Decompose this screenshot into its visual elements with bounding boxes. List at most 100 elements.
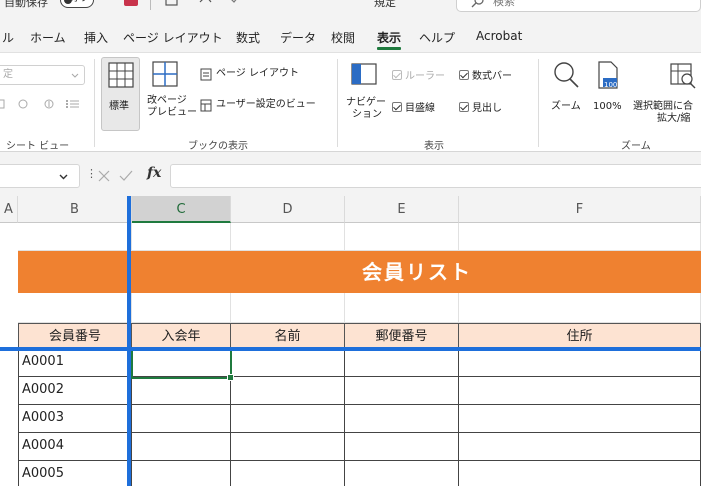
grid-cell[interactable] <box>132 223 231 251</box>
name-cell[interactable] <box>231 377 345 405</box>
gridlines-label: 目盛線 <box>405 103 435 114</box>
search-input[interactable]: 検索 <box>493 0 515 9</box>
tab-view[interactable]: 表示 <box>377 29 402 50</box>
name-cell[interactable] <box>231 433 345 461</box>
save-icon[interactable] <box>124 0 138 6</box>
page-break-preview-icon <box>152 61 178 87</box>
tab-home[interactable]: ホーム <box>30 29 66 46</box>
join-year-cell[interactable] <box>132 461 231 486</box>
grid-cell[interactable] <box>231 223 345 251</box>
group-divider <box>94 59 95 147</box>
grid-cell[interactable] <box>132 293 231 323</box>
custom-views-button[interactable]: ユーザー設定のビュー <box>200 98 330 114</box>
active-cell-selection[interactable] <box>131 349 234 381</box>
name-cell[interactable] <box>231 405 345 433</box>
tab-data[interactable]: データ <box>280 29 316 46</box>
grid-cell[interactable] <box>459 293 701 323</box>
tab-file[interactable]: ル <box>2 29 14 46</box>
new-view-icon[interactable] <box>42 98 56 110</box>
join-year-cell[interactable] <box>132 405 231 433</box>
search-box[interactable]: 検索 <box>456 0 701 12</box>
group-label-show: 表示 <box>424 141 444 152</box>
paste-icon[interactable] <box>165 0 179 6</box>
name-cell[interactable] <box>231 349 345 377</box>
confirm-entry-icon[interactable] <box>119 170 133 182</box>
more-options-icon[interactable]: ⋮ <box>86 167 97 180</box>
column-header-a[interactable]: A <box>0 196 18 223</box>
postal-code-cell[interactable] <box>345 433 459 461</box>
ruler-label: ルーラー <box>405 71 445 82</box>
address-cell[interactable] <box>459 405 701 433</box>
member-id-cell[interactable]: A0004 <box>18 433 132 461</box>
tab-review[interactable]: 校閲 <box>331 29 355 46</box>
exit-view-icon[interactable] <box>16 98 30 110</box>
tab-formulas[interactable]: 数式 <box>236 29 260 46</box>
address-cell[interactable] <box>459 377 701 405</box>
zoom-to-selection-icon <box>670 63 696 89</box>
postal-code-cell[interactable] <box>345 349 459 377</box>
ruler-checkbox[interactable]: ルーラー <box>392 68 445 83</box>
zoom-to-selection-button[interactable]: 選択範囲に合 拡大/縮 <box>632 57 701 131</box>
zoom-100-label: 100% <box>593 101 622 112</box>
worksheet-grid[interactable]: A B C D E F 会員リスト 会員番号 入会年 名前 郵便番号 住所 A0… <box>0 196 701 486</box>
zoom-100-button[interactable]: 100 100% <box>590 57 626 131</box>
grid-cell[interactable] <box>18 293 132 323</box>
grid-cell[interactable] <box>345 293 459 323</box>
postal-code-cell[interactable] <box>345 405 459 433</box>
cancel-entry-icon[interactable] <box>98 170 110 182</box>
join-year-cell[interactable] <box>132 433 231 461</box>
column-header-f[interactable]: F <box>459 196 701 223</box>
file-status[interactable]: 規定 <box>374 0 396 10</box>
header-cell-join-year[interactable]: 入会年 <box>132 323 231 349</box>
member-id-cell[interactable]: A0003 <box>18 405 132 433</box>
name-box[interactable] <box>0 164 80 188</box>
tab-insert[interactable]: 挿入 <box>84 29 108 46</box>
grid-cell[interactable] <box>459 223 701 251</box>
postal-code-cell[interactable] <box>345 461 459 486</box>
gridlines-checkbox[interactable]: 目盛線 <box>392 100 435 115</box>
header-cell-name[interactable]: 名前 <box>231 323 345 349</box>
custom-views-icon <box>200 99 212 112</box>
header-cell-address[interactable]: 住所 <box>459 323 701 349</box>
grid-cell[interactable] <box>345 223 459 251</box>
name-cell[interactable] <box>231 461 345 486</box>
column-header-d[interactable]: D <box>231 196 345 223</box>
address-cell[interactable] <box>459 461 701 486</box>
options-list-icon[interactable] <box>66 98 80 110</box>
undo-icon[interactable] <box>198 0 212 6</box>
address-cell[interactable] <box>459 349 701 377</box>
keep-view-icon[interactable] <box>0 98 8 110</box>
navigation-button[interactable]: ナビゲー ション <box>344 57 386 131</box>
column-header-e[interactable]: E <box>345 196 459 223</box>
member-id-cell[interactable]: A0005 <box>18 461 132 486</box>
join-year-cell[interactable] <box>132 377 231 405</box>
column-header-b[interactable]: B <box>18 196 132 223</box>
tab-acrobat[interactable]: Acrobat <box>476 29 522 43</box>
autosave-label: 自動保存 <box>4 0 48 9</box>
tab-help[interactable]: ヘルプ <box>419 29 455 46</box>
member-id-cell[interactable]: A0002 <box>18 377 132 405</box>
normal-view-button[interactable]: 標準 <box>101 57 140 131</box>
grid-cell[interactable] <box>18 223 132 251</box>
zoom-magnifier-icon <box>554 62 579 88</box>
member-id-cell[interactable]: A0001 <box>18 349 132 377</box>
header-cell-postal-code[interactable]: 郵便番号 <box>345 323 459 349</box>
zoom-button[interactable]: ズーム <box>546 57 586 131</box>
headings-checkbox[interactable]: 見出し <box>459 100 502 115</box>
address-cell[interactable] <box>459 433 701 461</box>
autosave-toggle[interactable]: オフ <box>60 0 94 8</box>
redo-icon[interactable] <box>226 0 240 6</box>
postal-code-cell[interactable] <box>345 377 459 405</box>
grid-cell[interactable] <box>231 293 345 323</box>
formula-bar: ⋮ fx <box>0 152 701 192</box>
insert-function-button[interactable]: fx <box>147 165 161 181</box>
headings-check-icon <box>459 102 469 112</box>
header-cell-member-id[interactable]: 会員番号 <box>18 323 132 349</box>
column-header-c[interactable]: C <box>132 196 231 223</box>
tab-page-layout[interactable]: ページ レイアウト <box>123 29 223 46</box>
formula-bar-checkbox[interactable]: 数式バー <box>459 68 512 83</box>
page-break-preview-button[interactable]: 改ページ プレビュー <box>145 57 197 131</box>
sheet-view-dropdown[interactable]: 定 <box>0 65 85 85</box>
page-layout-button[interactable]: ページ レイアウト <box>200 67 330 83</box>
formula-input[interactable] <box>170 164 701 188</box>
